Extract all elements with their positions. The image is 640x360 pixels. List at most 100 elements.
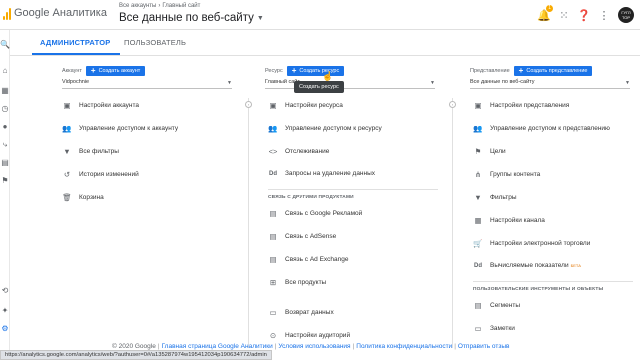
view-selector[interactable]: Все данные по веб-сайту ▼ [119,12,264,24]
menu-item-label: Настройки электронной торговли [490,240,591,247]
menu-item-all-filters[interactable]: ▼ Все фильтры [62,147,119,156]
account-select-value: Vidpochnie [62,79,90,85]
top-bar: Google Аналитика Все аккаунты › Главный са… [0,0,640,30]
footer-link-privacy[interactable]: Политика конфиденциальности [356,343,452,350]
attribution-icon[interactable]: ⟲ [0,286,10,295]
brand-name[interactable]: Google Аналитика [14,7,107,19]
menu-item-label: Вычисляемые показатели [490,262,569,269]
dropdown-arrow-icon: ▼ [625,80,630,86]
tab-admin[interactable]: АДМИНИСТРАТОР [40,38,111,47]
acquisition-icon[interactable]: ⤷ [0,140,10,150]
lightbulb-icon[interactable]: ✦ [0,306,10,315]
dropdown-arrow-icon: ▼ [227,80,232,86]
menu-item-label: Группы контента [490,171,541,178]
menu-item-view-access[interactable]: 👥 Управление доступом к представлению [473,124,610,133]
menu-item-content-grouping[interactable]: ⋔ Группы контента [473,170,540,179]
menu-item-change-history[interactable]: ↺ История изменений [62,170,139,179]
help-button[interactable]: ❓ [574,6,594,24]
menu-item-label: Сегменты [490,302,521,309]
admin-gear-icon[interactable]: ⚙ [0,324,10,333]
customization-icon[interactable]: ▦ [0,86,10,95]
property-select[interactable]: Главный сайт ▼ [265,79,435,89]
menu-item-filters[interactable]: ▼ Фильтры [473,193,516,202]
menu-item-adsense-link[interactable]: ▤ Связь с AdSense [268,232,336,241]
divider-toggle-icon[interactable]: ‹ [245,101,252,108]
footer-link-terms[interactable]: Условия использования [278,343,350,350]
menu-item-view-settings[interactable]: ▣ Настройки представления [473,101,569,110]
view-select-value: Все данные по веб-сайту [470,79,535,85]
product-linking-title: СВЯЗЬ С ДРУГИМИ ПРОДУКТАМИ [268,195,354,200]
menu-item-account-access[interactable]: 👥 Управление доступом к аккаунту [62,124,178,133]
menu-item-ecommerce-settings[interactable]: 🛒 Настройки электронной торговли [473,239,590,248]
more-vert-icon: ⋮ [598,9,610,22]
menu-item-postbacks[interactable]: ▭ Возврат данных [268,308,333,317]
code-icon: <> [268,147,278,156]
tab-user[interactable]: ПОЛЬЗОВАТЕЛЬ [124,38,186,47]
menu-item-label: История изменений [79,171,139,178]
property-label: Ресурс [265,68,283,74]
dd-icon: Dd [474,262,482,269]
menu-item-segments[interactable]: ▤ Сегменты [473,301,520,310]
menu-item-google-ads-link[interactable]: ▤ Связь с Google Рекламой [268,209,362,218]
people-icon: 👥 [268,124,278,133]
breadcrumb-item-property[interactable]: Главный сайт [162,3,200,9]
footer-link-feedback[interactable]: Отправить отзыв [458,343,510,350]
view-select[interactable]: Все данные по веб-сайту ▼ [470,79,630,89]
apps-button[interactable]: ⁙ [554,6,574,24]
menu-item-label: Управление доступом к аккаунту [79,125,179,132]
segments-icon: ▤ [474,301,482,310]
menu-item-adexchange-link[interactable]: ▤ Связь с Ad Exchange [268,255,348,264]
adexchange-icon: ▤ [269,255,277,264]
beta-badge: БЕТА [570,263,581,268]
view-title: Все данные по веб-сайту [119,12,254,24]
menu-item-goals[interactable]: ⚑ Цели [473,147,506,156]
clock-icon[interactable]: ◷ [0,104,10,113]
breadcrumb[interactable]: Все аккаунты › Главный сайт [119,3,200,9]
create-property-button[interactable]: + Создать ресурс [286,66,345,76]
menu-item-trash[interactable]: 🗑 Корзина [62,193,104,202]
divider-toggle-icon[interactable]: ‹ [449,101,456,108]
home-icon[interactable]: ⌂ [0,66,10,75]
notes-icon: ▭ [474,324,482,333]
postback-icon: ▭ [269,308,277,317]
menu-item-data-deletion[interactable]: Dd Запросы на удаление данных [268,170,375,177]
caret-down-icon: ▼ [256,14,264,22]
avatar[interactable]: ГУГЛ ТОР [618,7,634,23]
flag-icon[interactable]: ⚑ [0,176,10,185]
filter-icon: ▼ [63,147,71,156]
menu-item-audience-definitions[interactable]: ⊙ Настройки аудиторий [268,331,350,340]
search-icon[interactable]: 🔍 [0,40,10,49]
create-account-button[interactable]: + Создать аккаунт [85,66,146,76]
cart-icon: 🛒 [473,239,483,248]
footer-link-ga-home[interactable]: Главная страница Google Аналитики [162,343,273,350]
people-icon: 👥 [473,124,483,133]
notifications-button[interactable]: 🔔 1 [534,5,554,24]
person-icon[interactable]: ● [0,122,10,131]
account-label: Аккаунт [62,68,82,74]
menu-item-label: Запросы на удаление данных [285,170,376,177]
menu-item-label: Настройки аудиторий [285,332,351,339]
menu-item-annotations[interactable]: ▭ Заметки [473,324,514,333]
menu-item-label: Управление доступом к представлению [490,125,610,132]
behavior-icon[interactable]: ▤ [0,158,10,167]
menu-item-account-settings[interactable]: ▣ Настройки аккаунта [62,101,139,110]
menu-item-tracking[interactable]: <> Отслеживание [268,147,330,156]
menu-item-channel-settings[interactable]: ▦ Настройки канала [473,216,544,225]
create-property-label: Создать ресурс [299,68,340,74]
group-icon: ⋔ [474,170,482,179]
menu-item-property-access[interactable]: 👥 Управление доступом к ресурсу [268,124,381,133]
menu-item-property-settings[interactable]: ▣ Настройки ресурса [268,101,342,110]
breadcrumb-item-accounts[interactable]: Все аккаунты [119,3,156,9]
audience-icon: ⊙ [269,331,277,340]
menu-item-all-products[interactable]: ⊞ Все продукты [268,278,326,287]
create-view-button[interactable]: + Создать представление [513,66,593,76]
help-icon: ❓ [577,9,591,22]
account-select[interactable]: Vidpochnie ▼ [62,79,232,89]
more-button[interactable]: ⋮ [594,6,614,24]
menu-item-calculated-metrics[interactable]: Dd Вычисляемые показатели БЕТА [473,262,581,269]
custom-tools-title: ПОЛЬЗОВАТЕЛЬСКИЕ ИНСТРУМЕНТЫ И ОБЪЕКТЫ [473,287,604,292]
breadcrumb-separator: › [158,3,161,9]
dd-icon: Dd [269,170,277,177]
dropdown-arrow-icon: ▼ [430,80,435,86]
menu-item-label: Все фильтры [79,148,119,155]
